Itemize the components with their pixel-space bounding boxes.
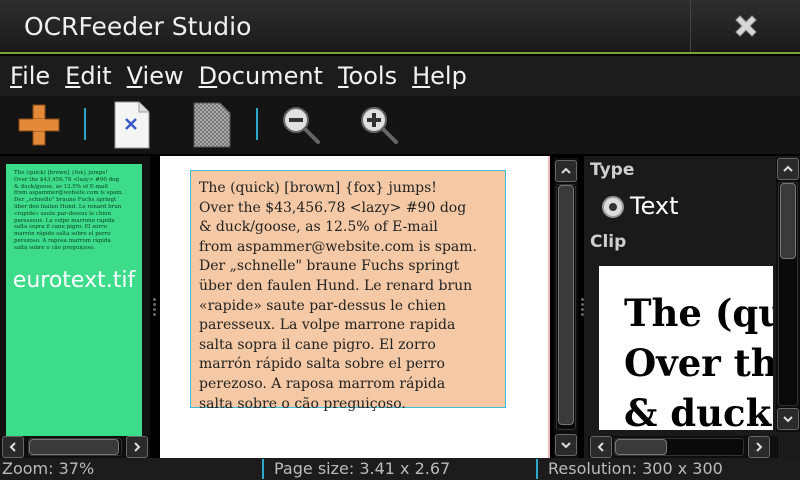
type-text-radio[interactable] (602, 196, 624, 218)
scroll-thumb[interactable] (29, 439, 119, 455)
thumbnail-label: eurotext.tif (12, 268, 136, 293)
text-box-region[interactable]: The (quick) [brown] {fox} jumps! Over th… (190, 170, 506, 412)
scroll-trough[interactable] (614, 438, 744, 456)
scroll-trough[interactable] (28, 438, 122, 456)
thumbnails-hscrollbar[interactable] (0, 436, 150, 458)
page-thumbnail[interactable]: The (quick) [brown] {fox} jumps! Over th… (6, 164, 142, 448)
close-icon (734, 15, 757, 37)
scroll-right-button[interactable] (748, 436, 770, 458)
remove-page-button[interactable] (106, 100, 156, 150)
remove-page-icon (114, 101, 150, 149)
properties-vscrollbar[interactable] (776, 158, 800, 432)
box-properties-panel: Type Text Clip The (qu Over th & duck (584, 156, 800, 458)
status-separator (536, 459, 538, 479)
add-page-button[interactable] (14, 100, 64, 150)
scroll-thumb[interactable] (615, 439, 667, 455)
thumbnail-preview: The (quick) [brown] {fox} jumps! Over th… (14, 170, 134, 262)
scroll-thumb[interactable] (558, 185, 574, 425)
menu-tools[interactable]: Tools (338, 62, 397, 90)
status-bar: Zoom: 37% Page size: 3.41 x 2.67 Resolut… (0, 458, 800, 480)
scroll-down-button[interactable] (777, 408, 799, 430)
scroll-left-button[interactable] (2, 436, 24, 458)
scroll-right-button[interactable] (126, 436, 148, 458)
scroll-thumb[interactable] (780, 183, 796, 259)
scroll-up-button[interactable] (555, 160, 577, 182)
close-button[interactable] (690, 0, 800, 52)
pane-resize-handle[interactable] (152, 296, 156, 326)
menu-view[interactable]: View (127, 62, 184, 90)
status-separator (262, 459, 264, 479)
chevron-right-icon (134, 442, 141, 452)
zoom-in-icon (361, 107, 398, 144)
scroll-down-button[interactable] (555, 434, 577, 456)
status-resolution: Resolution: 300 x 300 (548, 459, 723, 478)
menu-file[interactable]: File (10, 62, 50, 90)
page-thumbnails-panel: The (quick) [brown] {fox} jumps! Over th… (0, 156, 150, 458)
chevron-up-icon (561, 167, 571, 174)
chevron-down-icon (561, 442, 571, 449)
scroll-left-button[interactable] (590, 436, 612, 458)
type-text-label[interactable]: Text (630, 192, 679, 220)
document-view[interactable]: The (quick) [brown] {fox} jumps! Over th… (160, 156, 550, 458)
scroll-trough[interactable] (556, 184, 576, 430)
title-bar: OCRFeeder Studio (0, 0, 800, 54)
properties-hscrollbar[interactable] (588, 436, 778, 458)
menu-edit[interactable]: Edit (65, 62, 111, 90)
window-title: OCRFeeder Studio (24, 12, 252, 41)
toolbar-separator (84, 108, 86, 140)
menu-document[interactable]: Document (199, 62, 323, 90)
text-box-content: The (quick) [brown] {fox} jumps! Over th… (199, 180, 477, 412)
page-image-icon (193, 102, 231, 148)
add-icon (18, 104, 60, 146)
menu-help[interactable]: Help (412, 62, 467, 90)
clip-preview-image: The (qu Over th & duck (599, 266, 773, 430)
page-image-button[interactable] (186, 100, 236, 150)
clip-label: Clip (590, 232, 627, 252)
toolbar-separator (256, 108, 258, 140)
document-vscrollbar[interactable] (554, 158, 578, 458)
status-page-size: Page size: 3.41 x 2.67 (274, 459, 451, 478)
scroll-up-button[interactable] (777, 158, 799, 180)
chevron-down-icon (783, 416, 793, 423)
chevron-right-icon (756, 442, 763, 452)
chevron-up-icon (783, 165, 793, 172)
zoom-out-button[interactable] (276, 100, 326, 150)
type-label: Type (590, 160, 635, 180)
zoom-out-icon (283, 107, 320, 144)
toolbar (0, 96, 800, 154)
zoom-in-button[interactable] (354, 100, 404, 150)
chevron-left-icon (597, 442, 604, 452)
status-zoom: Zoom: 37% (2, 459, 95, 478)
menu-bar: File Edit View Document Tools Help (0, 56, 800, 96)
scroll-trough[interactable] (778, 182, 798, 406)
chevron-left-icon (9, 442, 16, 452)
